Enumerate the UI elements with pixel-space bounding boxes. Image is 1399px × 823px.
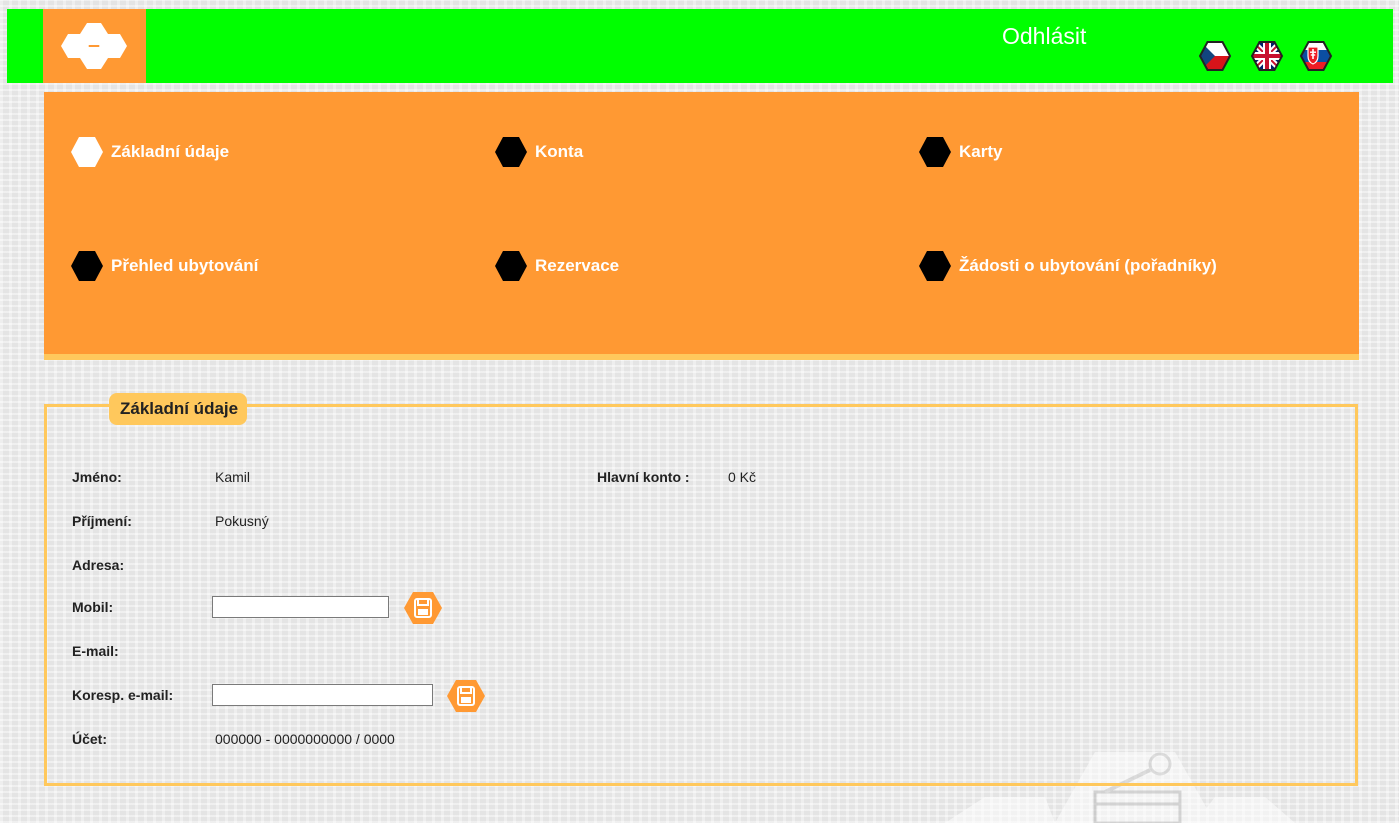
czech-flag-icon[interactable] [1198,39,1232,73]
menu-item-konta[interactable]: Konta [494,136,583,168]
ucet-value: 000000 - 0000000000 / 0000 [215,731,395,747]
basic-info-panel: Základní údaje Jméno: Kamil Hlavní konto… [44,393,1358,786]
hexagon-black-icon [71,251,103,281]
menu-item-label: Základní údaje [111,142,230,161]
hexagon-black-icon [495,137,527,167]
main-menu: Základní údaje Konta Karty Přehled ubyto… [44,92,1359,360]
main-account-label: Hlavní konto : [597,469,690,485]
logo[interactable] [43,9,146,83]
koresp-email-input[interactable] [212,684,433,706]
main-account-value: 0 Kč [728,469,757,485]
top-bar: Odhlásit [7,9,1393,83]
menu-item-rezervace[interactable]: Rezervace [494,250,619,282]
uk-flag-icon[interactable] [1250,39,1284,73]
koresp-email-label: Koresp. e-mail: [72,687,174,703]
prijmeni-label: Příjmení: [72,513,132,529]
mobil-label: Mobil: [72,599,114,615]
menu-item-label: Karty [959,142,1003,161]
slovak-flag-icon[interactable] [1299,39,1333,73]
email-label: E-mail: [72,643,119,659]
mobil-save-button[interactable] [402,590,444,631]
adresa-label: Adresa: [72,557,125,573]
menu-item-label: Rezervace [535,256,620,275]
mobil-input[interactable] [212,596,389,618]
menu-item-label: Přehled ubytování [111,256,259,275]
menu-item-prehled-ubytovani[interactable]: Přehled ubytování [70,250,258,282]
koresp-email-save-button[interactable] [445,678,487,719]
menu-item-karty[interactable]: Karty [918,136,1002,168]
logout-link[interactable]: Odhlásit [1002,23,1086,50]
menu-item-zakladni-udaje[interactable]: Základní údaje [70,136,229,168]
hexagon-black-icon [919,251,951,281]
hexagon-black-icon [495,251,527,281]
hexagon-white-icon [71,137,103,167]
save-icon [447,680,485,712]
save-icon [404,592,442,624]
menu-item-label: Žádosti o ubytování (pořadníky) [959,256,1217,275]
ucet-label: Účet: [72,731,108,747]
hexagon-logo-icon [61,23,127,69]
prijmeni-value: Pokusný [215,513,269,529]
panel-title: Základní údaje [109,393,248,425]
menu-item-zadosti[interactable]: Žádosti o ubytování (pořadníky) [918,250,1217,282]
menu-item-label: Konta [535,142,584,161]
jmeno-value: Kamil [215,469,251,485]
jmeno-label: Jméno: [72,469,122,485]
hexagon-black-icon [919,137,951,167]
